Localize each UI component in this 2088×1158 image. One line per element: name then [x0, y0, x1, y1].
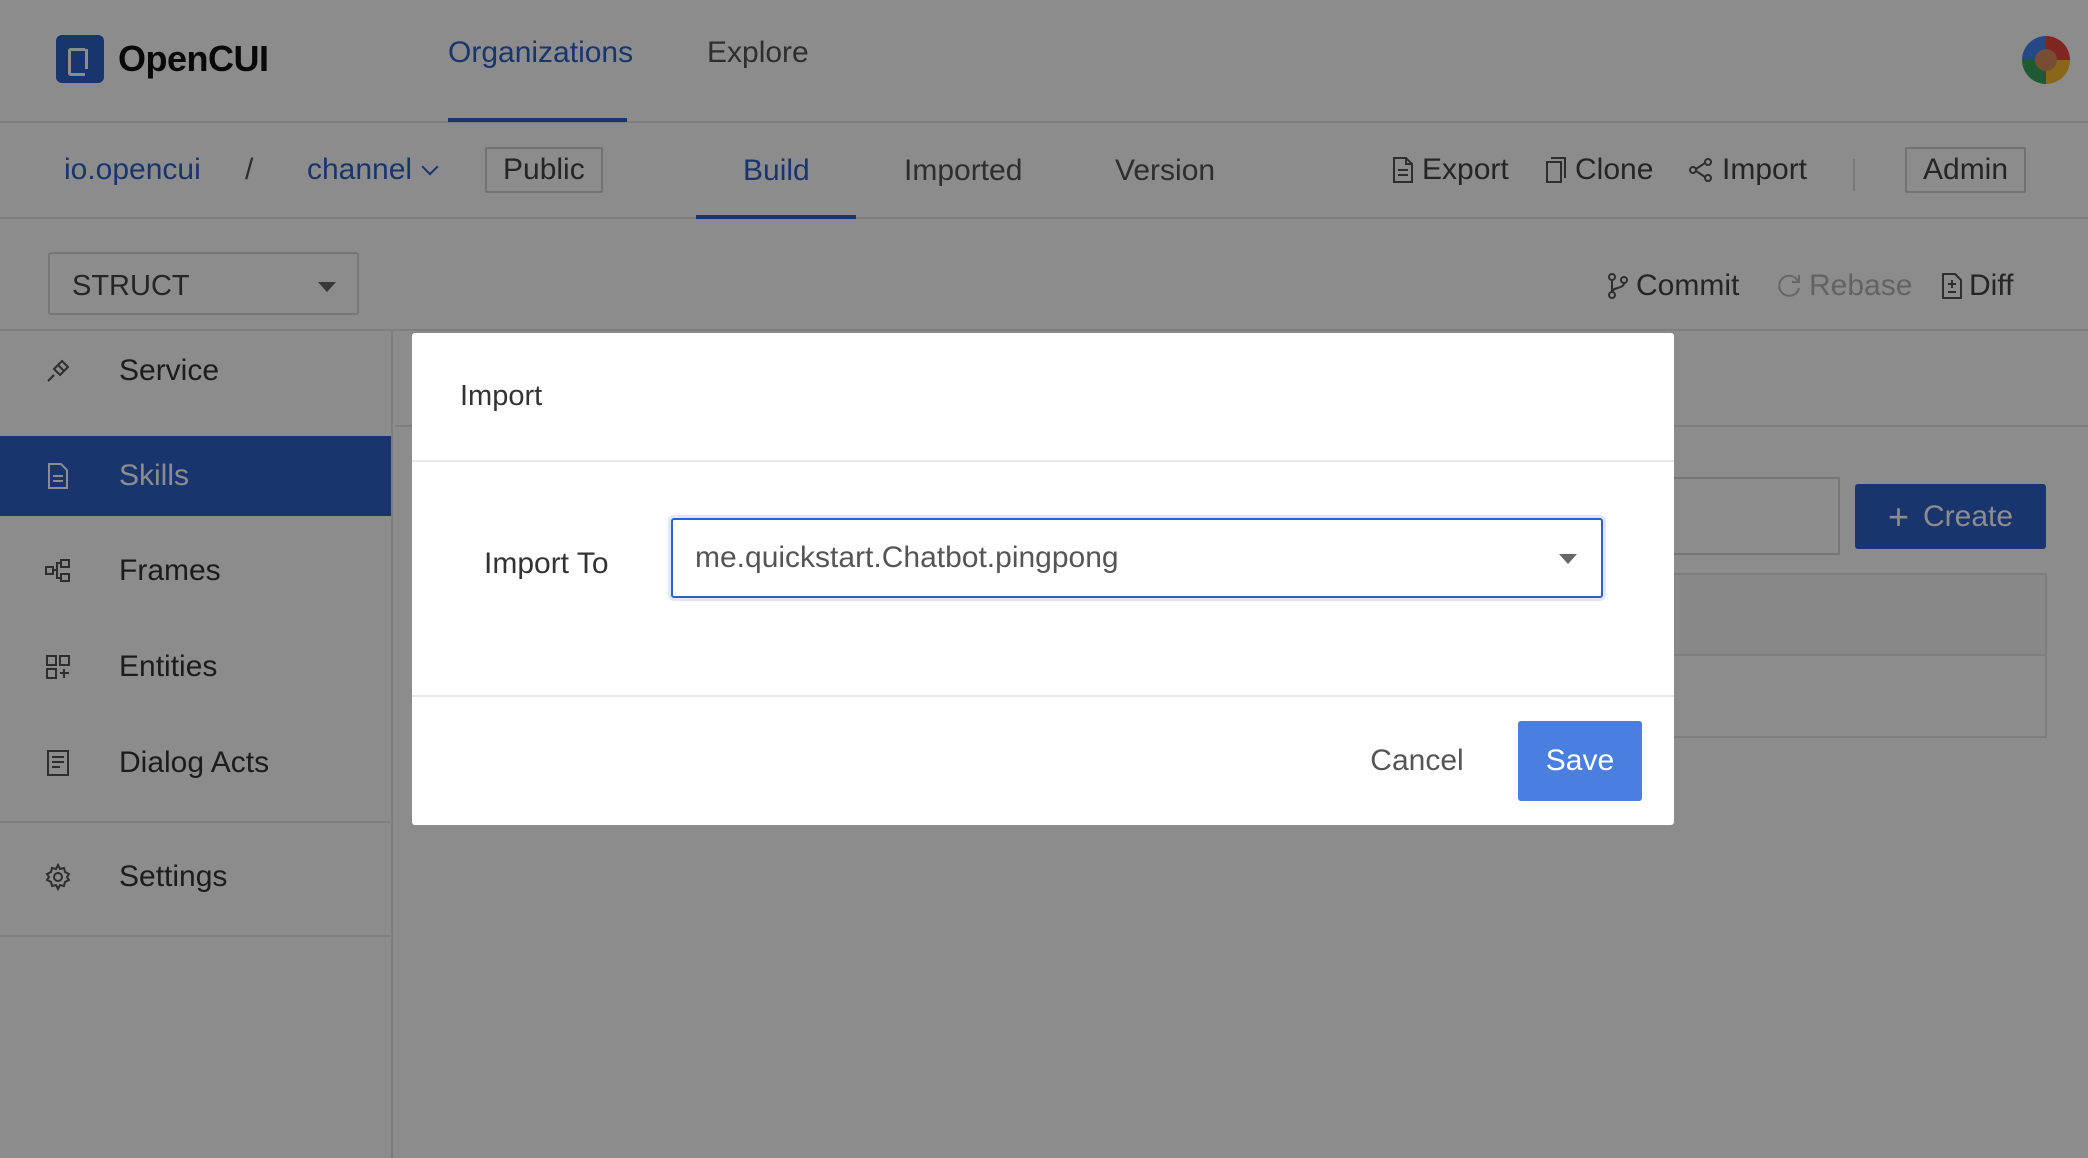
- dialog-header: Import: [412, 333, 1674, 462]
- save-button[interactable]: Save: [1518, 721, 1642, 801]
- import-target-select[interactable]: me.quickstart.Chatbot.pingpong: [671, 518, 1603, 598]
- import-dialog: Import Import To me.quickstart.Chatbot.p…: [412, 333, 1674, 825]
- dialog-title: Import: [460, 380, 543, 412]
- caret-down-icon: [1559, 554, 1577, 564]
- cancel-button[interactable]: Cancel: [1355, 721, 1479, 801]
- import-to-label: Import To: [484, 547, 609, 580]
- import-target-value: me.quickstart.Chatbot.pingpong: [695, 541, 1119, 574]
- dialog-footer-divider: [412, 695, 1674, 697]
